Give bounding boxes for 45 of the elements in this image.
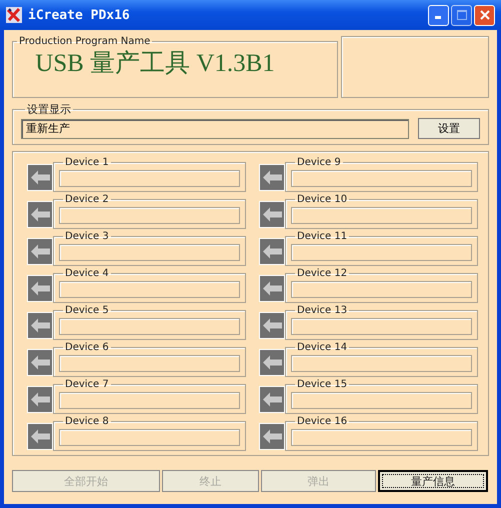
window-title: iCreate PDx16 xyxy=(28,8,131,22)
left-arrow-icon xyxy=(259,349,285,376)
device-label: Device 11 xyxy=(296,232,348,242)
maximize-icon xyxy=(456,10,466,20)
device-label: Device 12 xyxy=(296,268,348,278)
left-arrow-icon xyxy=(259,164,285,191)
settings-field[interactable]: 重新生产 xyxy=(21,118,409,138)
device-label: Device 5 xyxy=(64,306,110,316)
left-arrow-icon xyxy=(27,423,53,450)
device-label: Device 6 xyxy=(64,342,110,352)
group-label: 设置显示 xyxy=(26,102,72,117)
device-label: Device 7 xyxy=(64,380,110,390)
device-label: Device 3 xyxy=(64,232,110,242)
program-name: USB 量产工具 V1.3B1 xyxy=(35,49,276,79)
close-icon xyxy=(480,10,490,20)
device-label: Device 8 xyxy=(64,416,110,426)
close-button[interactable] xyxy=(474,4,495,26)
left-arrow-icon xyxy=(27,275,53,302)
device-label: Device 4 xyxy=(64,268,110,278)
minimize-button[interactable] xyxy=(428,4,449,26)
device-label: Device 13 xyxy=(296,306,348,316)
settings-button[interactable]: 设置 xyxy=(418,118,480,139)
device-label: Device 10 xyxy=(296,194,348,204)
device-label: Device 14 xyxy=(296,342,348,352)
device-label: Device 2 xyxy=(64,194,110,204)
left-arrow-icon xyxy=(27,201,53,228)
maximize-button[interactable] xyxy=(451,4,472,26)
device-label: Device 1 xyxy=(64,158,110,168)
left-arrow-icon xyxy=(259,238,285,265)
device-label: Device 15 xyxy=(296,380,348,390)
left-arrow-icon xyxy=(259,201,285,228)
left-arrow-icon xyxy=(27,312,53,339)
action-button[interactable]: 量产信息 xyxy=(378,470,488,492)
left-arrow-icon xyxy=(27,386,53,413)
device-label: Device 9 xyxy=(296,158,342,168)
left-arrow-icon xyxy=(259,423,285,450)
left-arrow-icon xyxy=(27,349,53,376)
left-arrow-icon xyxy=(27,164,53,191)
left-arrow-icon xyxy=(259,275,285,302)
left-arrow-icon xyxy=(259,312,285,339)
tools-icon xyxy=(6,7,22,23)
device-label: Device 16 xyxy=(296,416,348,426)
left-arrow-icon xyxy=(259,386,285,413)
group-label: Production Program Name xyxy=(18,36,152,47)
left-arrow-icon xyxy=(27,238,53,265)
